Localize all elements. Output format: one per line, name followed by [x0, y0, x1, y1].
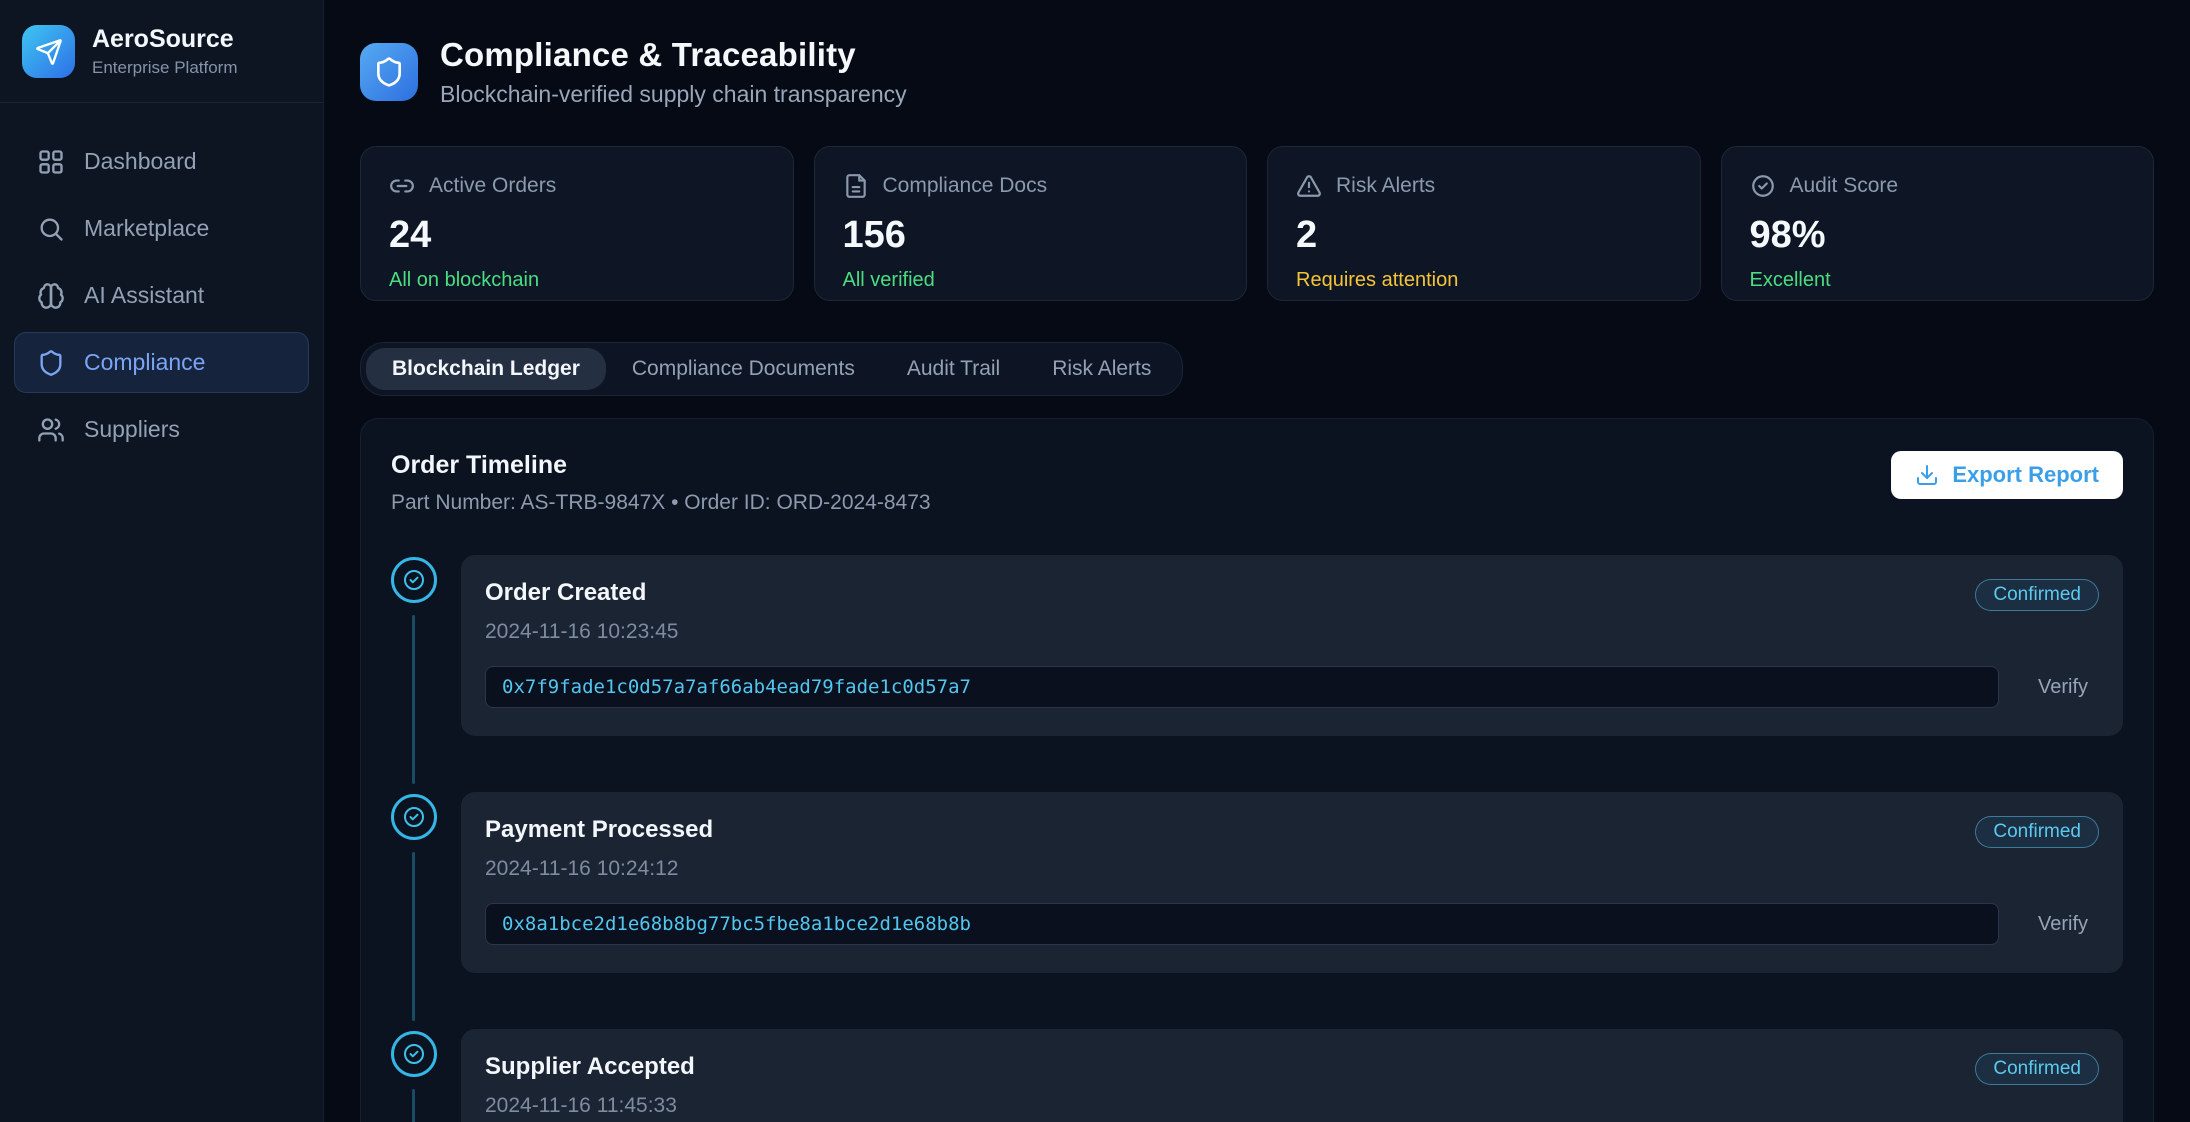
timeline-card: Supplier Accepted Confirmed 2024-11-16 1… — [461, 1029, 2123, 1122]
stats-row: Active Orders 24 All on blockchain Compl… — [360, 146, 2154, 301]
tab-compliance-documents[interactable]: Compliance Documents — [606, 348, 881, 390]
page-title: Compliance & Traceability — [440, 36, 907, 74]
sidebar-item-label: Suppliers — [84, 416, 180, 443]
timeline-gutter — [391, 1029, 437, 1122]
timeline-step-marker — [391, 1031, 437, 1077]
status-badge: Confirmed — [1975, 579, 2099, 611]
shield-icon — [373, 56, 405, 88]
page-subtitle: Blockchain-verified supply chain transpa… — [440, 81, 907, 108]
check-circle-icon — [402, 568, 426, 592]
status-badge: Confirmed — [1975, 1053, 2099, 1085]
timeline-connector — [412, 1089, 415, 1122]
panel-header-text: Order Timeline Part Number: AS-TRB-9847X… — [391, 451, 931, 515]
blockchain-hash: 0x7f9fade1c0d57a7af66ab4ead79fade1c0d57a… — [485, 666, 1999, 708]
stat-label: Active Orders — [429, 174, 556, 198]
download-icon — [1915, 463, 1939, 487]
stat-value: 24 — [389, 214, 765, 257]
sidebar-item-dashboard[interactable]: Dashboard — [14, 131, 309, 192]
verify-button[interactable]: Verify — [2027, 676, 2099, 699]
export-report-label: Export Report — [1952, 462, 2099, 488]
page-header: Compliance & Traceability Blockchain-ver… — [360, 36, 2154, 108]
sidebar-item-label: Compliance — [84, 349, 205, 376]
tab-bar: Blockchain Ledger Compliance Documents A… — [360, 342, 1183, 396]
event-title: Supplier Accepted — [485, 1053, 695, 1081]
sidebar-item-ai-assistant[interactable]: AI Assistant — [14, 265, 309, 326]
page-header-shield-badge — [360, 43, 418, 101]
panel-title: Order Timeline — [391, 451, 931, 480]
link-icon — [389, 173, 415, 199]
sidebar-item-label: AI Assistant — [84, 282, 204, 309]
timeline-step-marker — [391, 557, 437, 603]
status-badge: Confirmed — [1975, 816, 2099, 848]
brain-icon — [37, 282, 65, 310]
brand-name: AeroSource — [92, 25, 238, 54]
main-content: Compliance & Traceability Blockchain-ver… — [324, 0, 2190, 1122]
timeline-connector — [412, 852, 415, 1021]
file-text-icon — [843, 173, 869, 199]
stat-label: Compliance Docs — [883, 174, 1048, 198]
timeline-step-marker — [391, 794, 437, 840]
timeline-card: Order Created Confirmed 2024-11-16 10:23… — [461, 555, 2123, 736]
stat-subtext: Excellent — [1750, 269, 2126, 292]
verify-button[interactable]: Verify — [2027, 913, 2099, 936]
timeline-card: Payment Processed Confirmed 2024-11-16 1… — [461, 792, 2123, 973]
stat-label: Risk Alerts — [1336, 174, 1435, 198]
panel-header: Order Timeline Part Number: AS-TRB-9847X… — [391, 451, 2123, 515]
export-report-button[interactable]: Export Report — [1891, 451, 2123, 499]
brand: AeroSource Enterprise Platform — [0, 0, 323, 102]
shield-icon — [37, 349, 65, 377]
app-root: AeroSource Enterprise Platform Dashboard… — [0, 0, 2190, 1122]
sidebar-item-suppliers[interactable]: Suppliers — [14, 399, 309, 460]
tab-blockchain-ledger[interactable]: Blockchain Ledger — [366, 348, 606, 390]
timeline-entry-payment-processed: Payment Processed Confirmed 2024-11-16 1… — [391, 792, 2123, 973]
timeline-entry-supplier-accepted: Supplier Accepted Confirmed 2024-11-16 1… — [391, 1029, 2123, 1122]
page-header-text: Compliance & Traceability Blockchain-ver… — [440, 36, 907, 108]
timeline-connector — [412, 615, 415, 784]
event-timestamp: 2024-11-16 11:45:33 — [485, 1094, 2099, 1118]
tab-audit-trail[interactable]: Audit Trail — [881, 348, 1026, 390]
check-circle-icon — [402, 1042, 426, 1066]
brand-subtitle: Enterprise Platform — [92, 58, 238, 78]
brand-text: AeroSource Enterprise Platform — [92, 25, 238, 78]
brand-logo — [22, 25, 75, 78]
stat-value: 156 — [843, 214, 1219, 257]
timeline-gutter — [391, 792, 437, 973]
event-title: Payment Processed — [485, 816, 713, 844]
stat-card-audit-score: Audit Score 98% Excellent — [1721, 146, 2155, 301]
dashboard-grid-icon — [37, 148, 65, 176]
check-circle-icon — [402, 805, 426, 829]
sidebar-nav: Dashboard Marketplace AI Assistant Compl… — [0, 103, 323, 488]
alert-triangle-icon — [1296, 173, 1322, 199]
paper-plane-icon — [35, 38, 63, 66]
search-icon — [37, 215, 65, 243]
sidebar-item-label: Marketplace — [84, 215, 209, 242]
stat-label: Audit Score — [1790, 174, 1899, 198]
users-icon — [37, 416, 65, 444]
sidebar-item-compliance[interactable]: Compliance — [14, 332, 309, 393]
timeline: Order Created Confirmed 2024-11-16 10:23… — [391, 555, 2123, 1122]
panel-subtitle: Part Number: AS-TRB-9847X • Order ID: OR… — [391, 491, 931, 515]
timeline-gutter — [391, 555, 437, 736]
stat-value: 2 — [1296, 214, 1672, 257]
order-timeline-panel: Order Timeline Part Number: AS-TRB-9847X… — [360, 418, 2154, 1122]
event-timestamp: 2024-11-16 10:24:12 — [485, 857, 2099, 881]
stat-value: 98% — [1750, 214, 2126, 257]
sidebar-item-label: Dashboard — [84, 148, 197, 175]
event-title: Order Created — [485, 579, 646, 607]
timeline-entry-order-created: Order Created Confirmed 2024-11-16 10:23… — [391, 555, 2123, 736]
check-circle-icon — [1750, 173, 1776, 199]
stat-card-risk-alerts: Risk Alerts 2 Requires attention — [1267, 146, 1701, 301]
sidebar: AeroSource Enterprise Platform Dashboard… — [0, 0, 324, 1122]
sidebar-item-marketplace[interactable]: Marketplace — [14, 198, 309, 259]
event-timestamp: 2024-11-16 10:23:45 — [485, 620, 2099, 644]
stat-card-active-orders: Active Orders 24 All on blockchain — [360, 146, 794, 301]
stat-subtext: All verified — [843, 269, 1219, 292]
tab-risk-alerts[interactable]: Risk Alerts — [1026, 348, 1177, 390]
stat-subtext: Requires attention — [1296, 269, 1672, 292]
blockchain-hash: 0x8a1bce2d1e68b8bg77bc5fbe8a1bce2d1e68b8… — [485, 903, 1999, 945]
stat-card-compliance-docs: Compliance Docs 156 All verified — [814, 146, 1248, 301]
stat-subtext: All on blockchain — [389, 269, 765, 292]
